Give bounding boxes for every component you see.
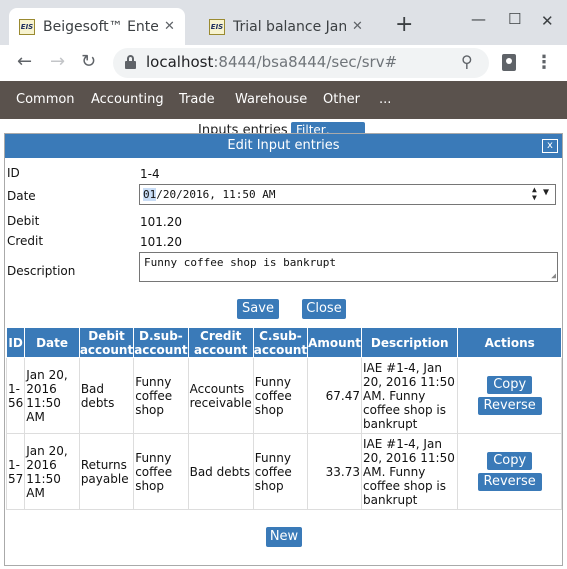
resize-handle-icon[interactable]: ◢: [551, 271, 556, 280]
cell-description: IAE #1-4, Jan 20, 2016 11:50 AM. Funny c…: [360, 433, 459, 510]
col-actions: Actions: [457, 327, 562, 358]
edit-dialog: Edit Input entries x ID 1-4 Date 01/20/2…: [4, 133, 563, 566]
description-text: Funny coffee shop is bankrupt: [144, 256, 337, 269]
maximize-icon[interactable]: ☐: [508, 10, 521, 28]
cell-d-sub-account: Funny coffee shop: [133, 433, 189, 510]
extension-icon[interactable]: [502, 54, 516, 71]
cell-c-sub-account: Funny coffee shop: [252, 433, 309, 510]
menu-trade[interactable]: Trade: [179, 92, 215, 107]
browser-tab-2[interactable]: EIS Trial balance Jan 2 ✕: [199, 8, 373, 45]
date-rest: /20/2016, 11:50 AM: [156, 188, 276, 201]
app-menubar: Common Accounting Trade Warehouse Other …: [0, 81, 567, 119]
eis-favicon-icon: EIS: [209, 18, 225, 35]
menu-common[interactable]: Common: [16, 92, 75, 107]
dialog-header: Edit Input entries x: [5, 134, 562, 158]
col-credit-account: Credit account: [187, 327, 254, 358]
col-id: ID: [5, 327, 26, 358]
background-page-header: Inputs entries Filter, order: [0, 119, 567, 133]
browser-tab-1[interactable]: EIS Beigesoft™ Enterp ✕: [9, 8, 185, 45]
cell-credit-account: Bad debts: [187, 433, 254, 510]
table-row: 1-57 Jan 20, 2016 11:50 AM Returns payab…: [5, 433, 562, 510]
cell-date: Jan 20, 2016 11:50 AM: [24, 433, 80, 510]
save-button[interactable]: Save: [237, 299, 279, 319]
copy-button[interactable]: Copy: [487, 452, 533, 470]
cell-debit-account: Bad debts: [78, 357, 135, 434]
cell-c-sub-account: Funny coffee shop: [252, 357, 309, 434]
col-date: Date: [24, 327, 80, 358]
id-label: ID: [7, 166, 20, 180]
col-description: Description: [360, 327, 459, 358]
date-label: Date: [7, 189, 36, 203]
debit-label: Debit: [7, 214, 40, 228]
date-month-segment[interactable]: 01: [143, 188, 157, 201]
cell-credit-account: Accounts receivable: [187, 357, 254, 434]
dialog-title: Edit Input entries: [227, 138, 340, 153]
filter-order-button[interactable]: Filter, order: [291, 122, 365, 133]
debit-value: 101.20: [140, 215, 182, 229]
cell-date: Jan 20, 2016 11:50 AM: [24, 357, 80, 434]
menu-other[interactable]: Other: [323, 92, 360, 107]
date-spinner-icon[interactable]: ▲ ▼: [532, 186, 537, 202]
eis-favicon-icon: EIS: [19, 18, 35, 35]
date-dropdown-icon[interactable]: ▼: [543, 187, 549, 198]
cell-description: IAE #1-4, Jan 20, 2016 11:50 AM. Funny c…: [360, 357, 459, 434]
browser-menu-icon[interactable]: ⋮: [535, 52, 553, 73]
new-button[interactable]: New: [266, 527, 302, 547]
cell-debit-account: Returns payable: [78, 433, 135, 510]
lock-icon: [125, 55, 136, 69]
id-value: 1-4: [140, 167, 160, 181]
col-amount: Amount: [307, 327, 362, 358]
col-c-sub-account: C.sub-account: [252, 327, 309, 358]
menu-more[interactable]: ...: [379, 92, 391, 107]
page-title: Inputs entries: [198, 123, 288, 133]
reverse-button[interactable]: Reverse: [477, 397, 542, 415]
credit-value: 101.20: [140, 235, 182, 249]
table-header-row: ID Date Debit account D.sub-account Cred…: [5, 327, 562, 358]
forward-arrow-icon[interactable]: →: [50, 51, 65, 72]
description-label: Description: [7, 264, 76, 278]
browser-tab-bar: EIS Beigesoft™ Enterp ✕ EIS Trial balanc…: [0, 0, 567, 45]
menu-accounting[interactable]: Accounting: [91, 92, 164, 107]
date-field[interactable]: 01/20/2016, 11:50 AM ▲ ▼ ▼: [139, 184, 556, 205]
close-tab-icon[interactable]: ✕: [164, 19, 175, 34]
cell-actions: Copy Reverse: [457, 433, 562, 510]
dialog-close-button[interactable]: x: [542, 139, 558, 153]
zoom-magnifier-icon[interactable]: ⚲: [461, 52, 473, 71]
minimize-icon[interactable]: —: [471, 10, 486, 28]
reverse-button[interactable]: Reverse: [477, 473, 542, 491]
cell-amount: 67.47: [307, 357, 362, 434]
col-d-sub-account: D.sub-account: [133, 327, 189, 358]
credit-label: Credit: [7, 234, 44, 248]
reload-icon[interactable]: ↻: [81, 51, 96, 72]
cell-d-sub-account: Funny coffee shop: [133, 357, 189, 434]
description-field[interactable]: Funny coffee shop is bankrupt ◢: [139, 252, 558, 282]
col-debit-account: Debit account: [78, 327, 135, 358]
entries-table: ID Date Debit account D.sub-account Cred…: [5, 327, 562, 510]
cell-id: 1-56: [5, 357, 26, 434]
new-tab-plus-icon[interactable]: +: [395, 14, 413, 36]
cell-amount: 33.73: [307, 433, 362, 510]
menu-warehouse[interactable]: Warehouse: [235, 92, 307, 107]
cell-actions: Copy Reverse: [457, 357, 562, 434]
back-arrow-icon[interactable]: ←: [17, 51, 32, 72]
table-row: 1-56 Jan 20, 2016 11:50 AM Bad debts Fun…: [5, 357, 562, 434]
address-bar[interactable]: localhost:8444/bsa8444/sec/srv# ⚲: [113, 48, 489, 78]
tab-title: Beigesoft™ Enterp: [43, 18, 158, 35]
url-text: localhost:8444/bsa8444/sec/srv#: [146, 53, 398, 71]
close-tab-icon[interactable]: ✕: [352, 19, 363, 34]
tab-title: Trial balance Jan 2: [233, 18, 346, 35]
window-close-icon[interactable]: ✕: [541, 12, 554, 30]
browser-toolbar: ← → ↻ localhost:8444/bsa8444/sec/srv# ⚲ …: [0, 45, 567, 81]
cell-id: 1-57: [5, 433, 26, 510]
copy-button[interactable]: Copy: [487, 376, 533, 394]
close-button[interactable]: Close: [302, 299, 346, 319]
